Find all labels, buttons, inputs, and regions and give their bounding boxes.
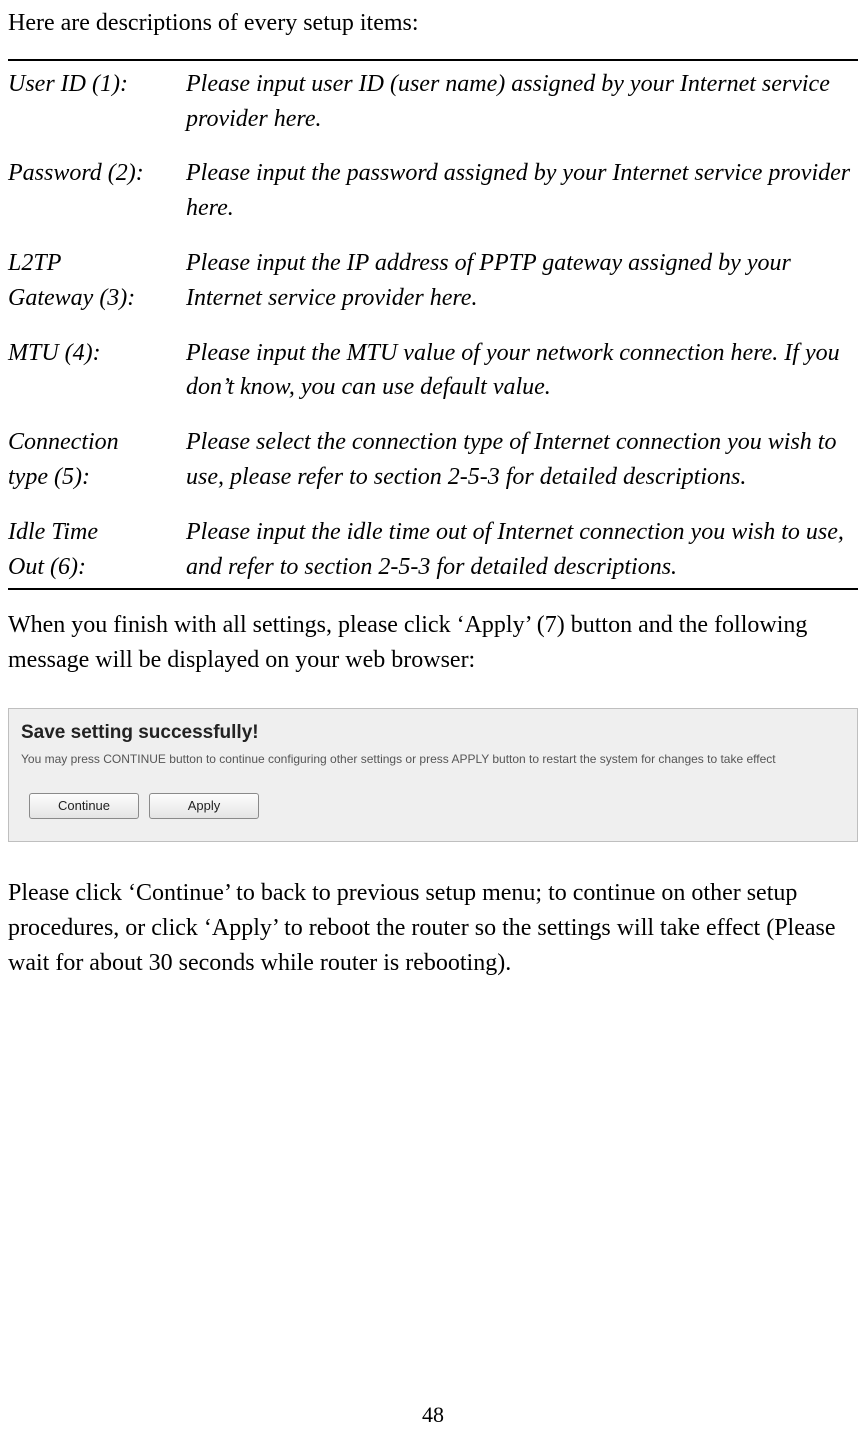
term-cell: Password (2): <box>8 156 186 226</box>
divider-bottom <box>8 588 858 590</box>
dialog-subtext: You may press CONTINUE button to continu… <box>21 751 845 768</box>
desc-cell: Please input the password assigned by yo… <box>186 156 858 226</box>
table-row: Password (2): Please input the password … <box>8 156 858 226</box>
apply-button[interactable]: Apply <box>149 793 259 819</box>
page-number: 48 <box>0 1399 866 1431</box>
desc-cell: Please input the MTU value of your netwo… <box>186 336 858 406</box>
term-cell: Idle Time Out (6): <box>8 515 186 585</box>
dialog-button-row: Continue Apply <box>29 793 845 819</box>
continue-button[interactable]: Continue <box>29 793 139 819</box>
table-row: MTU (4): Please input the MTU value of y… <box>8 336 858 406</box>
definitions-table: User ID (1): Please input user ID (user … <box>8 67 858 585</box>
desc-cell: Please input the idle time out of Intern… <box>186 515 858 585</box>
intro-text: Here are descriptions of every setup ite… <box>8 6 858 41</box>
after-table-text: When you finish with all settings, pleas… <box>8 608 858 678</box>
term-cell: MTU (4): <box>8 336 186 406</box>
desc-cell: Please input user ID (user name) assigne… <box>186 67 858 137</box>
save-dialog: Save setting successfully! You may press… <box>8 708 858 842</box>
divider-top <box>8 59 858 61</box>
bottom-text: Please click ‘Continue’ to back to previ… <box>8 876 858 980</box>
dialog-heading: Save setting successfully! <box>21 719 845 747</box>
desc-cell: Please input the IP address of PPTP gate… <box>186 246 858 316</box>
desc-cell: Please select the connection type of Int… <box>186 425 858 495</box>
term-cell: Connection type (5): <box>8 425 186 495</box>
term-cell: User ID (1): <box>8 67 186 137</box>
table-row: User ID (1): Please input user ID (user … <box>8 67 858 137</box>
table-row: Connection type (5): Please select the c… <box>8 425 858 495</box>
term-cell: L2TP Gateway (3): <box>8 246 186 316</box>
table-row: Idle Time Out (6): Please input the idle… <box>8 515 858 585</box>
table-row: L2TP Gateway (3): Please input the IP ad… <box>8 246 858 316</box>
